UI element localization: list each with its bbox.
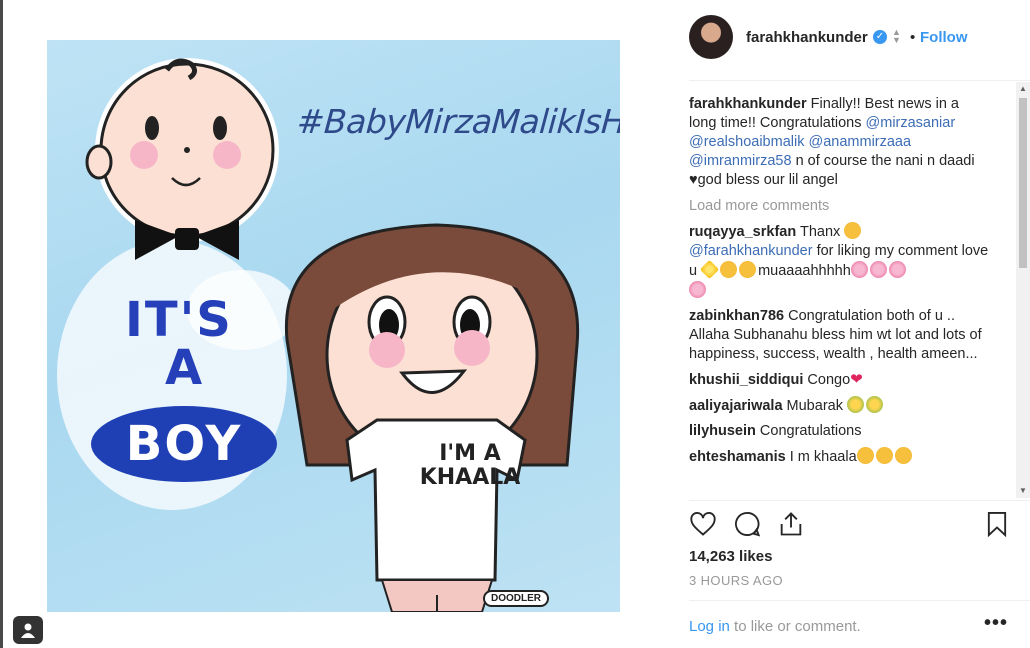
caption-text: n of course the nani n daadi bbox=[791, 153, 975, 169]
post-sidebar: farahkhankunder ✓ ▲ ▼ • Follow farahkhank… bbox=[673, 0, 1030, 648]
header-username[interactable]: farahkhankunder bbox=[746, 29, 868, 46]
verified-icon: ✓ bbox=[873, 30, 887, 44]
mention-link[interactable]: @imranmirza58 bbox=[689, 153, 792, 169]
avatar[interactable] bbox=[689, 15, 733, 59]
comment-username[interactable]: zabinkhan786 bbox=[689, 308, 784, 324]
follow-button[interactable]: Follow bbox=[920, 29, 968, 46]
mention-link[interactable]: @farahkhankunder bbox=[689, 243, 813, 259]
comment: aaliyajariwala Mubarak bbox=[689, 396, 989, 416]
sparkles-emoji bbox=[699, 259, 720, 280]
flower-emoji bbox=[689, 281, 706, 298]
comment-text: Mubarak bbox=[782, 398, 847, 414]
divider bbox=[689, 500, 1030, 501]
comment-text: I m khaala bbox=[785, 449, 857, 465]
divider bbox=[689, 80, 1030, 81]
comment-text: Thanx bbox=[796, 224, 845, 240]
scroll-up-icon[interactable]: ▲ bbox=[1019, 84, 1027, 93]
laughing-emoji bbox=[856, 447, 874, 464]
mention-link[interactable]: @mirzasaniar bbox=[866, 115, 956, 131]
kiss-emoji bbox=[720, 261, 738, 278]
more-options-icon[interactable]: ••• bbox=[984, 612, 1008, 635]
user-tag-icon[interactable] bbox=[13, 616, 43, 644]
boy-badge: BOY bbox=[91, 406, 277, 482]
heart-eyes-emoji bbox=[844, 222, 862, 239]
divider bbox=[689, 600, 1030, 601]
share-icon[interactable] bbox=[777, 510, 807, 540]
comments-list: farahkhankunder Finally!! Best news in a… bbox=[689, 95, 989, 500]
a-art-text: A bbox=[165, 340, 203, 396]
caption-text: god bless our lil angel bbox=[697, 172, 838, 188]
comment-icon[interactable] bbox=[733, 510, 763, 540]
comment: ruqayya_srkfan Thanx @farahkhankunder fo… bbox=[689, 222, 989, 301]
comments-scrollbar[interactable]: ▲ ▼ bbox=[1016, 82, 1030, 498]
girl-illustration bbox=[284, 223, 580, 612]
flower-emoji bbox=[850, 261, 868, 278]
heart-emoji: ❤ bbox=[850, 371, 863, 388]
mention-link[interactable]: @realshoaibmalik bbox=[689, 134, 804, 150]
bouquet-emoji bbox=[866, 396, 883, 413]
comment: khushii_siddiqui Congo❤ bbox=[689, 370, 989, 390]
scroll-down-icon[interactable]: ▼ bbox=[1019, 486, 1027, 495]
action-bar bbox=[689, 510, 1014, 542]
comment: zabinkhan786 Congratulation both of u ..… bbox=[689, 307, 989, 364]
login-link[interactable]: Log in bbox=[689, 618, 730, 635]
separator-dot: • bbox=[910, 29, 916, 46]
post-media: #BabyMirzaMalikIsHere IT'S A BOY I'M A K… bbox=[3, 0, 673, 648]
baby-illustration bbox=[85, 58, 279, 260]
comment-text: Congratulations bbox=[755, 423, 862, 439]
caption: farahkhankunder Finally!! Best news in a… bbox=[689, 95, 989, 190]
bookmark-icon[interactable] bbox=[983, 510, 1013, 540]
comment-username[interactable]: ruqayya_srkfan bbox=[689, 224, 796, 240]
heart-icon[interactable] bbox=[689, 510, 719, 540]
post-image: #BabyMirzaMalikIsHere IT'S A BOY I'M A K… bbox=[47, 40, 620, 612]
likes-count[interactable]: 14,263 likes bbox=[689, 548, 772, 565]
caret-icon: ▲ ▼ bbox=[892, 27, 901, 45]
post-header: farahkhankunder ✓ ▲ ▼ • Follow bbox=[673, 0, 1030, 78]
post-timestamp[interactable]: 3 HOURS AGO bbox=[689, 573, 783, 588]
laughing-emoji bbox=[875, 447, 893, 464]
comment-username[interactable]: lilyhusein bbox=[689, 423, 756, 439]
scrollbar-thumb[interactable] bbox=[1019, 98, 1027, 268]
load-more-comments[interactable]: Load more comments bbox=[689, 198, 989, 214]
caption-username[interactable]: farahkhankunder bbox=[689, 96, 807, 112]
bouquet-emoji bbox=[847, 396, 864, 413]
login-prompt: Log in to like or comment. bbox=[689, 618, 861, 635]
comment: lilyhusein Congratulations bbox=[689, 422, 989, 441]
comment-username[interactable]: aaliyajariwala bbox=[689, 398, 783, 414]
hashtag-art-text: #BabyMirzaMalikIsHere bbox=[295, 102, 620, 141]
flower-emoji bbox=[888, 261, 906, 278]
flower-emoji bbox=[869, 261, 887, 278]
mention-link[interactable]: @anammirzaaa bbox=[809, 134, 912, 150]
kiss-emoji bbox=[739, 261, 757, 278]
comment-text: Congo bbox=[803, 372, 851, 388]
comment-username[interactable]: khushii_siddiqui bbox=[689, 372, 803, 388]
login-prompt-text: to like or comment. bbox=[729, 618, 861, 635]
shirt-text: I'M A KHAALA bbox=[419, 441, 521, 490]
laughing-emoji bbox=[894, 447, 912, 464]
artist-signature: DOODLER bbox=[483, 590, 549, 607]
comment-username[interactable]: ehteshamanis bbox=[689, 449, 786, 465]
comment-text: muaaaahhhhh bbox=[758, 263, 851, 279]
heart-glyph: ♥ bbox=[689, 172, 698, 188]
comment: ehteshamanis I m khaala bbox=[689, 447, 989, 467]
